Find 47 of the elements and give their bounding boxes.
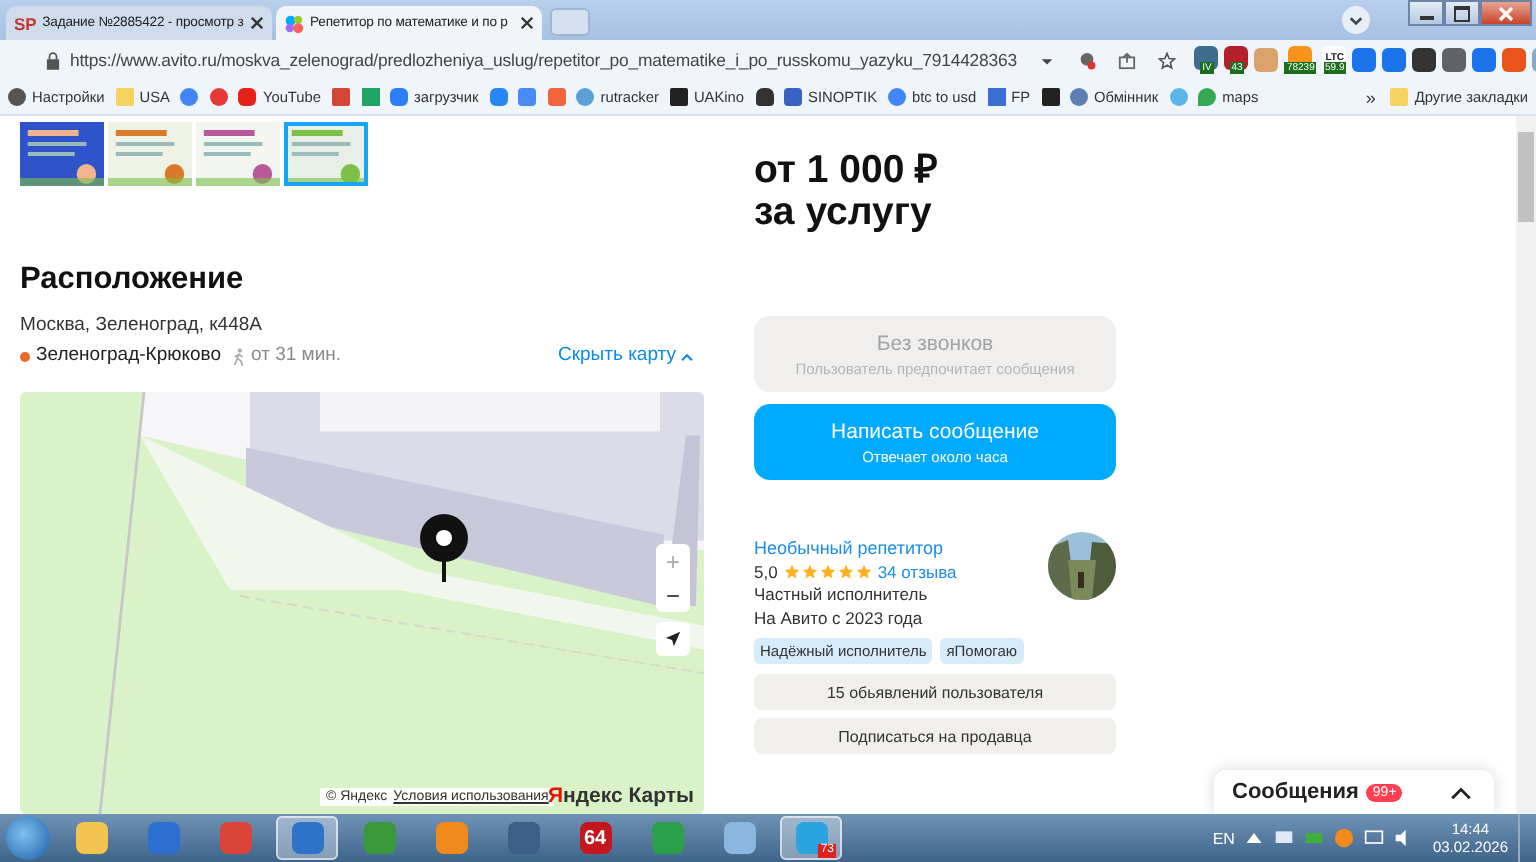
share-icon[interactable] xyxy=(1118,51,1137,69)
address-text: Москва, Зеленоград, к448А xyxy=(20,314,264,338)
travel-time: от 31 мин. xyxy=(251,344,342,368)
start-button[interactable] xyxy=(6,816,50,860)
close-icon[interactable] xyxy=(250,16,264,30)
seller-button[interactable]: Подписаться на продавца xyxy=(754,718,1116,754)
close-button[interactable] xyxy=(1480,0,1532,26)
monitor-icon[interactable] xyxy=(1364,828,1385,848)
station-name: Зеленоград-Крюково xyxy=(36,344,222,368)
price: от 1 000 ₽ xyxy=(754,150,940,192)
rating-value: 5,0 xyxy=(754,561,778,584)
locate-button[interactable] xyxy=(656,622,690,656)
maximize-button[interactable] xyxy=(1444,0,1480,26)
location-pin-icon xyxy=(418,514,470,586)
walking-icon xyxy=(231,347,246,365)
more-bookmarks-button[interactable]: » xyxy=(1365,87,1376,107)
close-icon[interactable] xyxy=(520,16,534,30)
seller-button[interactable]: 15 обьявлений пользователя xyxy=(754,674,1116,710)
zoom-out-button[interactable]: − xyxy=(656,578,690,612)
metro-dot xyxy=(20,351,30,361)
dots-icon xyxy=(284,13,304,33)
seller-type: Частный исполнитель xyxy=(754,584,930,607)
language-indicator[interactable]: EN xyxy=(1212,829,1235,847)
chevron-up-icon xyxy=(680,351,694,361)
hide-map-link[interactable]: Скрыть карту xyxy=(558,344,694,368)
caret-icon[interactable] xyxy=(1244,828,1265,848)
scrollbar[interactable] xyxy=(1516,116,1536,814)
taskbar-button[interactable]: 64 xyxy=(564,816,626,860)
section-heading: Расположение xyxy=(20,262,246,298)
close-icon xyxy=(1498,5,1514,21)
chevron-icon[interactable] xyxy=(1450,785,1472,799)
member-since: На Авито с 2023 года xyxy=(754,607,925,630)
minimize-button[interactable] xyxy=(1408,0,1444,26)
square-icon[interactable] xyxy=(1041,88,1060,106)
chevron-icon[interactable] xyxy=(1342,6,1370,34)
messenger-title: Сообщения xyxy=(1232,780,1359,804)
map-logo: Яндекс Карты xyxy=(547,784,694,808)
favicon: SP xyxy=(14,13,37,33)
blocked-icon[interactable] xyxy=(1078,51,1097,69)
url-text: https://www.avito.ru/moskva_zelenograd/predlozheniya_uslug/repetitor_po_matematike_i_po_russkomu_yazyku_7914428363 xyxy=(70,50,1017,70)
circle-icon[interactable] xyxy=(209,88,228,106)
price-unit: за услугу xyxy=(754,192,934,234)
address-bar[interactable]: https://www.avito.ru/moskva_zelenograd/predlozheniya_uslug/repetitor_po_matematike_i_po_russkomu_yazyku_7914428363 xyxy=(38,42,1185,78)
arrow-icon xyxy=(664,630,682,648)
icon-label: 64 xyxy=(583,827,607,849)
lock-icon xyxy=(46,51,60,69)
taskbar-button[interactable] xyxy=(276,816,338,860)
